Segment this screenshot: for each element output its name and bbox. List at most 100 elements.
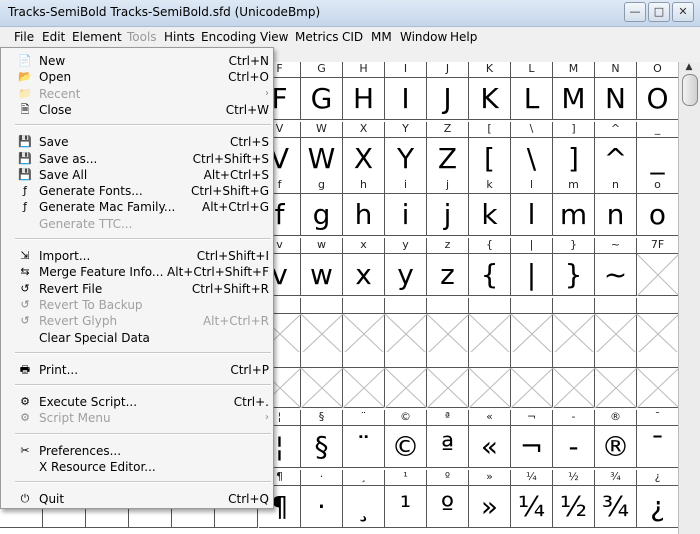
file-menu-item-preferences[interactable]: ✂ Preferences... bbox=[1, 443, 273, 459]
glyph-cell[interactable]: « bbox=[469, 426, 511, 468]
glyph-cell[interactable]: } bbox=[553, 254, 595, 296]
glyph-cell[interactable]: K bbox=[469, 78, 511, 120]
glyph-cell[interactable]: ] bbox=[553, 138, 595, 180]
minimize-button[interactable]: — bbox=[624, 2, 646, 22]
glyph-cell[interactable]: ¼ bbox=[511, 486, 553, 528]
glyph-cell[interactable]: g bbox=[301, 194, 343, 236]
glyph-cell[interactable]: I bbox=[385, 78, 427, 120]
glyph-cell[interactable]: ¨ bbox=[343, 426, 385, 468]
glyph-cell[interactable]: m bbox=[553, 194, 595, 236]
menu-mm[interactable]: MM bbox=[371, 30, 392, 44]
glyph-cell[interactable]: y bbox=[385, 254, 427, 296]
menu-window[interactable]: Window bbox=[400, 30, 447, 44]
glyph-cell[interactable]: W bbox=[301, 138, 343, 180]
glyph-cell[interactable]: ¯ bbox=[637, 426, 679, 468]
glyph-cell[interactable]: M bbox=[553, 78, 595, 120]
glyph-cell[interactable]: ½ bbox=[553, 486, 595, 528]
glyph-cell[interactable] bbox=[385, 368, 427, 408]
file-menu-item-new[interactable]: 📄 New Ctrl+N bbox=[1, 53, 273, 69]
glyph-cell[interactable]: O bbox=[637, 78, 679, 120]
glyph-cell[interactable]: · bbox=[301, 486, 343, 528]
glyph-cell[interactable]: ^ bbox=[595, 138, 637, 180]
glyph-cell[interactable] bbox=[385, 314, 427, 354]
file-menu-item-save[interactable]: 💾 Save Ctrl+S bbox=[1, 134, 273, 150]
file-menu-item-save-as[interactable]: 💾 Save as... Ctrl+Shift+S bbox=[1, 151, 273, 167]
maximize-button[interactable]: □ bbox=[648, 2, 670, 22]
menu-file[interactable]: File bbox=[14, 30, 34, 44]
close-window-button[interactable]: ✕ bbox=[672, 2, 694, 22]
glyph-cell[interactable]: X bbox=[343, 138, 385, 180]
scrollbar-thumb[interactable] bbox=[682, 74, 698, 106]
glyph-cell[interactable]: º bbox=[427, 486, 469, 528]
file-menu-item-execute-script[interactable]: ⚙ Execute Script... Ctrl+. bbox=[1, 394, 273, 410]
glyph-cell[interactable]: [ bbox=[469, 138, 511, 180]
glyph-cell[interactable] bbox=[301, 368, 343, 408]
glyph-cell[interactable] bbox=[301, 314, 343, 354]
file-menu-item-generate-fonts[interactable]: ƒ Generate Fonts... Ctrl+Shift+G bbox=[1, 183, 273, 199]
file-menu-item-merge-feature-info[interactable]: ⇆ Merge Feature Info... Alt+Ctrl+Shift+F bbox=[1, 264, 273, 280]
menu-view[interactable]: View bbox=[260, 30, 288, 44]
menu-hints[interactable]: Hints bbox=[164, 30, 195, 44]
glyph-cell[interactable]: ¾ bbox=[595, 486, 637, 528]
file-menu-item-save-all[interactable]: 💾 Save All Alt+Ctrl+S bbox=[1, 167, 273, 183]
file-menu-item-x-resource-editor[interactable]: X Resource Editor... bbox=[1, 459, 273, 475]
glyph-cell[interactable]: i bbox=[385, 194, 427, 236]
glyph-cell[interactable] bbox=[511, 314, 553, 354]
glyph-cell[interactable]: j bbox=[427, 194, 469, 236]
glyph-cell[interactable]: J bbox=[427, 78, 469, 120]
glyph-cell[interactable]: § bbox=[301, 426, 343, 468]
glyph-cell[interactable]: ¹ bbox=[385, 486, 427, 528]
glyph-cell[interactable] bbox=[637, 368, 679, 408]
glyph-cell[interactable] bbox=[553, 314, 595, 354]
file-menu-item-close[interactable]: 🗎 Close Ctrl+W bbox=[1, 102, 273, 118]
glyph-cell[interactable]: L bbox=[511, 78, 553, 120]
glyph-cell[interactable] bbox=[595, 368, 637, 408]
glyph-cell[interactable]: H bbox=[343, 78, 385, 120]
glyph-cell[interactable]: Z bbox=[427, 138, 469, 180]
glyph-cell[interactable] bbox=[469, 368, 511, 408]
glyph-cell[interactable]: » bbox=[469, 486, 511, 528]
glyph-cell[interactable] bbox=[595, 314, 637, 354]
glyph-cell[interactable]: - bbox=[553, 426, 595, 468]
glyph-cell[interactable] bbox=[637, 254, 679, 296]
menu-cid[interactable]: CID bbox=[342, 30, 363, 44]
menu-element[interactable]: Element bbox=[72, 30, 122, 44]
glyph-cell[interactable]: ª bbox=[427, 426, 469, 468]
glyph-cell[interactable] bbox=[343, 314, 385, 354]
glyph-cell[interactable]: l bbox=[511, 194, 553, 236]
glyph-cell[interactable] bbox=[427, 314, 469, 354]
glyph-cell[interactable] bbox=[637, 314, 679, 354]
glyph-cell[interactable]: ® bbox=[595, 426, 637, 468]
glyph-cell[interactable] bbox=[427, 368, 469, 408]
glyph-cell[interactable]: { bbox=[469, 254, 511, 296]
file-menu-item-open[interactable]: 📂 Open Ctrl+O bbox=[1, 69, 273, 85]
glyph-cell[interactable] bbox=[343, 368, 385, 408]
file-menu-item-print[interactable]: 🖶 Print... Ctrl+P bbox=[1, 362, 273, 378]
glyph-cell[interactable]: z bbox=[427, 254, 469, 296]
glyph-cell[interactable]: | bbox=[511, 254, 553, 296]
glyph-cell[interactable] bbox=[469, 314, 511, 354]
glyph-cell[interactable]: w bbox=[301, 254, 343, 296]
menu-help[interactable]: Help bbox=[450, 30, 477, 44]
glyph-cell[interactable]: n bbox=[595, 194, 637, 236]
glyph-cell[interactable]: x bbox=[343, 254, 385, 296]
glyph-cell[interactable]: ¬ bbox=[511, 426, 553, 468]
glyph-cell[interactable]: Y bbox=[385, 138, 427, 180]
glyph-cell[interactable] bbox=[553, 368, 595, 408]
file-menu-item-import[interactable]: ⇲ Import... Ctrl+Shift+I bbox=[1, 248, 273, 264]
glyph-cell[interactable]: _ bbox=[637, 138, 679, 180]
glyph-cell[interactable]: N bbox=[595, 78, 637, 120]
file-menu-item-revert-file[interactable]: ↺ Revert File Ctrl+Shift+R bbox=[1, 281, 273, 297]
menu-metrics[interactable]: Metrics bbox=[295, 30, 339, 44]
menu-encoding[interactable]: Encoding bbox=[201, 30, 256, 44]
glyph-cell[interactable] bbox=[511, 368, 553, 408]
glyph-cell[interactable]: ~ bbox=[595, 254, 637, 296]
glyph-cell[interactable]: k bbox=[469, 194, 511, 236]
glyph-cell[interactable]: ¿ bbox=[637, 486, 679, 528]
file-menu-item-generate-mac-family[interactable]: ƒ Generate Mac Family... Alt+Ctrl+G bbox=[1, 199, 273, 215]
vertical-scrollbar[interactable]: ▲ bbox=[678, 62, 700, 534]
glyph-cell[interactable]: G bbox=[301, 78, 343, 120]
file-menu-item-clear-special-data[interactable]: Clear Special Data bbox=[1, 330, 273, 346]
glyph-cell[interactable]: h bbox=[343, 194, 385, 236]
glyph-cell[interactable]: © bbox=[385, 426, 427, 468]
